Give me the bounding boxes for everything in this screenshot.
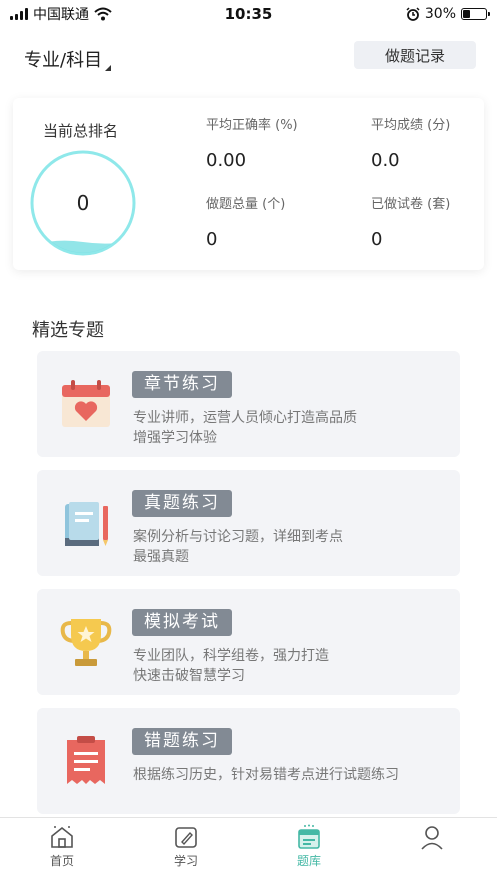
avg-score-stat: 平均成绩 (分) 0.0 xyxy=(371,114,450,171)
avg-score-value: 0.0 xyxy=(371,150,400,171)
trophy-icon xyxy=(60,619,112,666)
nav-question-bank[interactable]: 题库 xyxy=(279,824,339,869)
feature-desc: 根据练习历史，针对易错考点进行试题练习 xyxy=(133,767,399,783)
papers-done-value: 0 xyxy=(371,229,383,250)
feature-mock-exam[interactable]: 模拟考试 专业团队，科学组卷，强力打造 快速击破智慧学习 xyxy=(37,589,460,695)
nav-study-label: 学习 xyxy=(173,854,198,868)
subject-label: 专业/科目 xyxy=(24,50,103,71)
nav-home[interactable]: 首页 xyxy=(32,824,92,869)
feature-past-exam-practice[interactable]: 真题练习 案例分析与讨论习题，详细到考点 最强真题 xyxy=(37,470,460,576)
papers-done-label: 已做试卷 (套) xyxy=(371,197,451,212)
avg-accuracy-value: 0.00 xyxy=(206,150,247,171)
book-pen-icon xyxy=(65,502,108,546)
avg-score-label: 平均成绩 (分) xyxy=(371,118,451,133)
nav-question-bank-label: 题库 xyxy=(296,854,321,868)
feature-wrong-question-practice[interactable]: 错题练习 根据练习历史，针对易错考点进行试题练习 xyxy=(37,708,460,814)
total-questions-stat: 做题总量 (个) 0 xyxy=(206,193,285,250)
rank-label: 当前总排名 xyxy=(43,122,119,140)
alarm-icon xyxy=(406,7,420,21)
dropdown-triangle-icon xyxy=(105,65,112,71)
feature-chapter-practice[interactable]: 章节练习 专业讲师，运营人员倾心打造高品质 增强学习体验 xyxy=(37,351,460,457)
nav-home-label: 首页 xyxy=(49,854,74,868)
home-icon xyxy=(51,826,73,848)
feature-title: 错题练习 xyxy=(132,728,232,755)
section-title: 精选专题 xyxy=(32,320,104,341)
status-bar: 中国联通 10:35 30% xyxy=(0,0,497,28)
practice-record-button[interactable]: 做题记录 xyxy=(354,41,476,69)
feature-title: 章节练习 xyxy=(132,371,232,398)
calendar-heart-icon xyxy=(62,380,110,427)
nav-study[interactable]: 学习 xyxy=(156,824,216,869)
feature-title: 模拟考试 xyxy=(132,609,232,636)
total-questions-label: 做题总量 (个) xyxy=(206,197,286,212)
papers-done-stat: 已做试卷 (套) 0 xyxy=(371,193,450,250)
subject-selector[interactable]: 专业/科目 xyxy=(24,46,112,72)
feature-desc: 专业讲师，运营人员倾心打造高品质 增强学习体验 xyxy=(133,410,357,446)
battery-icon xyxy=(461,8,490,20)
profile-icon xyxy=(421,826,443,850)
avg-accuracy-stat: 平均正确率 (%) 0.00 xyxy=(206,114,298,171)
rank-value: 0 xyxy=(76,191,90,215)
clipboard-icon xyxy=(67,736,105,784)
pencil-note-icon xyxy=(175,827,197,848)
feature-desc: 案例分析与讨论习题，详细到考点 最强真题 xyxy=(133,529,343,565)
total-questions-value: 0 xyxy=(206,229,218,250)
nav-profile[interactable] xyxy=(402,824,462,850)
question-bank-icon xyxy=(298,824,320,849)
avg-accuracy-label: 平均正确率 (%) xyxy=(206,118,298,133)
bottom-nav: 首页 学习 题库 xyxy=(0,817,497,883)
feature-desc: 专业团队，科学组卷，强力打造 快速击破智慧学习 xyxy=(133,648,329,684)
stats-card: 当前总排名 0 平均正确率 (%) 0.00 平均成绩 (分) 0.0 做题总量… xyxy=(13,98,484,270)
feature-title: 真题练习 xyxy=(132,490,232,517)
status-right: 30% xyxy=(406,6,490,22)
battery-percent: 30% xyxy=(424,6,456,22)
